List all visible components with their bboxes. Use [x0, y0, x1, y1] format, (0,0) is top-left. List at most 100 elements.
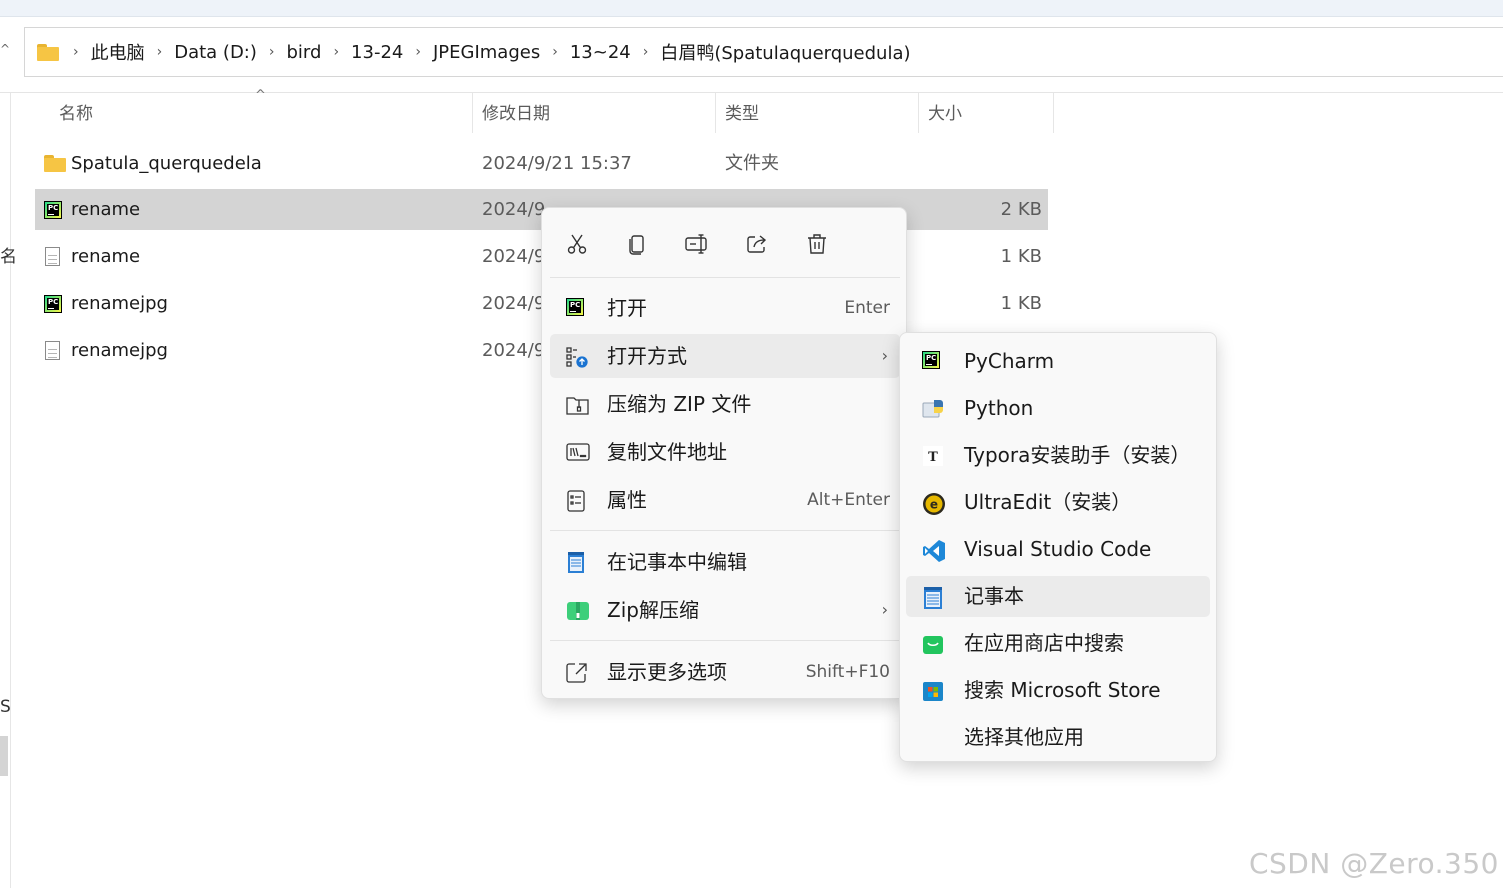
file-name: rename	[71, 246, 141, 267]
pycharm-icon: PC	[922, 351, 944, 373]
submenu-item-label: 选择其他应用	[964, 725, 1084, 749]
submenu-item-label: 在应用商店中搜索	[964, 631, 1124, 655]
menu-item-label: 打开	[607, 296, 647, 320]
menu-item-properties[interactable]: 属性 Alt+Enter	[550, 478, 900, 522]
vscode-icon	[922, 539, 945, 562]
nav-pane-border	[10, 93, 11, 888]
chevron-right-icon[interactable]: ›	[415, 44, 421, 60]
nav-pane-scrollbar[interactable]	[0, 736, 8, 776]
file-size: 1 KB	[1000, 246, 1042, 267]
breadcrumb-13-24[interactable]: 13-24	[351, 42, 403, 63]
nav-pane-item-fragment[interactable]: S	[0, 697, 11, 717]
text-file-icon	[45, 341, 63, 360]
nav-collapse-chevron-icon[interactable]: ^	[0, 42, 10, 56]
menu-item-shortcut: Shift+F10	[805, 662, 890, 682]
svg-text:T: T	[928, 450, 938, 465]
file-size: 2 KB	[1000, 199, 1042, 220]
menu-item-show-more-options[interactable]: 显示更多选项 Shift+F10	[550, 650, 900, 694]
menu-item-shortcut: Alt+Enter	[807, 490, 890, 510]
copy-path-icon	[566, 442, 590, 462]
submenu-item-label: Python	[964, 396, 1034, 420]
sort-ascending-icon: ^	[255, 88, 266, 103]
file-type: 文件夹	[725, 153, 779, 174]
submenu-item-ultraedit[interactable]: e UltraEdit（安装）	[906, 482, 1210, 523]
menu-item-label: 打开方式	[607, 344, 687, 368]
submenu-item-vscode[interactable]: Visual Studio Code	[906, 529, 1210, 570]
svg-text:e: e	[930, 498, 938, 512]
menu-item-open-with[interactable]: 打开方式 ›	[550, 334, 900, 378]
divider	[550, 530, 900, 531]
submenu-item-choose-other-app[interactable]: 选择其他应用	[906, 717, 1210, 758]
file-date: 2024/9	[482, 246, 546, 267]
rename-icon[interactable]	[683, 230, 711, 258]
chevron-right-icon[interactable]: ›	[269, 44, 275, 60]
menu-item-copy-path[interactable]: 复制文件地址	[550, 430, 900, 474]
microsoft-store-icon	[922, 680, 944, 702]
column-header-type[interactable]: 类型	[725, 100, 759, 130]
column-separator[interactable]	[715, 93, 716, 133]
column-separator[interactable]	[472, 93, 473, 133]
file-date: 2024/9	[482, 340, 546, 361]
nav-pane-item-fragment[interactable]: 名	[0, 242, 17, 267]
submenu-item-label: 记事本	[964, 584, 1024, 608]
cut-icon[interactable]	[563, 230, 591, 258]
copy-icon[interactable]	[623, 230, 651, 258]
delete-icon[interactable]	[803, 230, 831, 258]
chevron-right-icon[interactable]: ›	[333, 44, 339, 60]
submenu-item-pycharm[interactable]: PC PyCharm	[906, 341, 1210, 382]
pycharm-icon: PC	[44, 201, 62, 219]
menu-item-shortcut: Enter	[844, 298, 890, 318]
submenu-item-microsoft-store[interactable]: 搜索 Microsoft Store	[906, 670, 1210, 711]
breadcrumb-13~24[interactable]: 13~24	[570, 42, 631, 63]
properties-icon	[566, 490, 586, 512]
file-date: 2024/9	[482, 199, 546, 220]
menu-item-zip-extract[interactable]: Zip解压缩 ›	[550, 588, 900, 632]
menu-item-open[interactable]: PC 打开 Enter	[550, 286, 900, 330]
menu-item-label: Zip解压缩	[607, 598, 699, 622]
file-date: 2024/9/21 15:37	[482, 153, 632, 174]
divider	[550, 640, 900, 641]
menu-item-edit-in-notepad[interactable]: 在记事本中编辑	[550, 540, 900, 584]
breadcrumb-this-pc[interactable]: 此电脑	[91, 39, 145, 65]
menu-item-label: 显示更多选项	[607, 660, 727, 684]
title-bar-strip	[0, 0, 1503, 17]
more-options-icon	[566, 662, 587, 683]
submenu-item-store-search[interactable]: 在应用商店中搜索	[906, 623, 1210, 664]
chevron-right-icon[interactable]: ›	[157, 44, 163, 60]
divider	[550, 277, 900, 278]
chevron-right-icon[interactable]: ›	[643, 44, 649, 60]
notepad-icon	[922, 586, 944, 609]
chevron-right-icon[interactable]: ›	[73, 44, 79, 60]
menu-item-label: 复制文件地址	[607, 440, 727, 464]
column-header-date[interactable]: 修改日期	[482, 100, 550, 130]
breadcrumb-bird[interactable]: bird	[287, 42, 322, 63]
address-bar[interactable]: › 此电脑 › Data (D:) › bird › 13-24 › JPEGI…	[24, 27, 1503, 77]
python-icon	[922, 398, 944, 420]
menu-item-label: 属性	[607, 488, 647, 512]
submenu-item-typora[interactable]: T Typora安装助手（安装）	[906, 435, 1210, 476]
submenu-item-label: UltraEdit（安装）	[964, 490, 1132, 514]
watermark: CSDN @Zero.350	[1248, 847, 1499, 880]
submenu-item-label: PyCharm	[964, 349, 1055, 373]
zip-folder-icon	[566, 394, 589, 415]
breadcrumb-current-folder[interactable]: 白眉鸭(Spatulaquerquedula)	[660, 39, 910, 65]
column-header-size[interactable]: 大小	[928, 100, 962, 130]
column-separator[interactable]	[1053, 93, 1054, 133]
notepad-icon	[566, 552, 586, 573]
menu-item-label: 压缩为 ZIP 文件	[607, 392, 752, 416]
submenu-item-python[interactable]: Python	[906, 388, 1210, 429]
share-icon[interactable]	[743, 230, 771, 258]
breadcrumb-data-drive[interactable]: Data (D:)	[174, 42, 257, 63]
chevron-right-icon[interactable]: ›	[552, 44, 558, 60]
column-separator[interactable]	[918, 93, 919, 133]
column-header-name[interactable]: 名称	[59, 100, 93, 130]
file-row[interactable]: Spatula_querquedela 2024/9/21 15:37 文件夹	[35, 143, 1048, 184]
menu-item-label: 在记事本中编辑	[607, 550, 747, 574]
open-with-icon	[566, 346, 588, 368]
menu-item-compress-zip[interactable]: 压缩为 ZIP 文件	[550, 382, 900, 426]
pycharm-icon: PC	[566, 298, 586, 318]
submenu-item-notepad[interactable]: 记事本	[906, 576, 1210, 617]
chevron-right-icon: ›	[881, 346, 888, 365]
breadcrumb-jpegimages[interactable]: JPEGImages	[433, 42, 540, 63]
open-with-submenu: PC PyCharm Python T Typora安装助手（安装） e Ult…	[899, 332, 1217, 762]
